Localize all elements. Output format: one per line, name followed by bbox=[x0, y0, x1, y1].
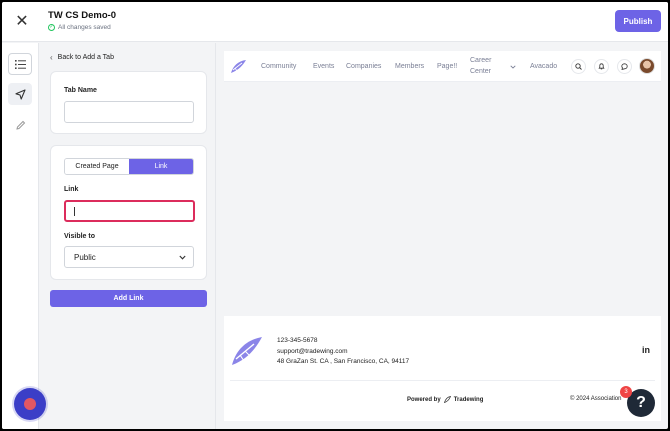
nav-item-community[interactable]: Community bbox=[261, 63, 296, 70]
preview-footer: 123-345-5678 support@tradewing.com 48 Gr… bbox=[224, 316, 661, 421]
publish-button[interactable]: Publish bbox=[615, 10, 661, 32]
link-label: Link bbox=[64, 186, 79, 193]
nav-item-page[interactable]: Page!! bbox=[437, 63, 457, 70]
tool-rail bbox=[2, 43, 39, 429]
close-icon[interactable]: ✕ bbox=[14, 14, 30, 30]
visible-to-label: Visible to bbox=[64, 233, 95, 240]
link-settings-card: Created Page Link Link Visible to Public bbox=[50, 145, 207, 280]
top-bar: ✕ TW CS Demo-0 ✓ All changes saved Publi… bbox=[2, 2, 668, 42]
navigation-icon[interactable] bbox=[8, 83, 32, 105]
powered-by-label: Powered by bbox=[407, 396, 441, 403]
visible-to-select[interactable]: Public bbox=[64, 246, 194, 268]
nav-item-career[interactable]: Career bbox=[470, 57, 491, 64]
bell-icon[interactable] bbox=[594, 59, 609, 74]
tab-editor-panel: ‹ Back to Add a Tab Tab Name Created Pag… bbox=[40, 43, 216, 429]
copyright: © 2024 Association bbox=[570, 396, 622, 402]
help-icon: ? bbox=[636, 394, 646, 411]
nav-item-events[interactable]: Events bbox=[313, 63, 334, 70]
brand-logo-icon bbox=[231, 60, 246, 73]
record-button[interactable] bbox=[14, 388, 46, 420]
footer-logo-icon bbox=[232, 337, 262, 365]
tab-name-input[interactable] bbox=[64, 101, 194, 123]
nav-item-avacado[interactable]: Avacado bbox=[530, 63, 557, 70]
footer-divider bbox=[230, 380, 655, 381]
pencil-icon[interactable] bbox=[8, 114, 32, 136]
text-caret bbox=[74, 207, 75, 216]
record-dot-icon bbox=[24, 398, 36, 410]
notification-badge: 3 bbox=[620, 386, 632, 398]
chevron-down-icon bbox=[179, 255, 186, 260]
save-status: ✓ All changes saved bbox=[48, 24, 111, 31]
tradewing-logo-icon bbox=[443, 396, 451, 403]
powered-by-brand[interactable]: Tradewing bbox=[454, 397, 484, 403]
site-preview: Community Events Companies Members Page!… bbox=[224, 51, 661, 421]
tab-name-label: Tab Name bbox=[64, 87, 97, 94]
search-icon[interactable] bbox=[571, 59, 586, 74]
link-input[interactable] bbox=[64, 200, 195, 222]
footer-email[interactable]: support@tradewing.com bbox=[277, 348, 348, 355]
back-link-label: Back to Add a Tab bbox=[57, 54, 114, 61]
save-status-text: All changes saved bbox=[58, 24, 111, 31]
tab-name-card: Tab Name bbox=[50, 71, 207, 134]
footer-phone: 123-345-5678 bbox=[277, 337, 318, 344]
app-frame: ✕ TW CS Demo-0 ✓ All changes saved Publi… bbox=[2, 2, 668, 429]
avatar[interactable] bbox=[639, 58, 655, 74]
visible-to-value: Public bbox=[74, 252, 96, 262]
list-icon[interactable] bbox=[8, 53, 32, 75]
chevron-down-icon[interactable] bbox=[510, 65, 516, 69]
footer-address: 48 GraZan St. CA , San Francisco, CA, 94… bbox=[277, 358, 410, 365]
add-link-button[interactable]: Add Link bbox=[50, 290, 207, 307]
chat-icon[interactable] bbox=[617, 59, 632, 74]
site-title: TW CS Demo-0 bbox=[48, 10, 117, 21]
nav-item-companies[interactable]: Companies bbox=[346, 63, 381, 70]
nav-item-center[interactable]: Center bbox=[470, 68, 491, 75]
chevron-left-icon: ‹ bbox=[50, 53, 53, 62]
nav-item-members[interactable]: Members bbox=[395, 63, 424, 70]
check-circle-icon: ✓ bbox=[48, 24, 55, 31]
preview-nav: Community Events Companies Members Page!… bbox=[224, 51, 661, 82]
back-link[interactable]: ‹ Back to Add a Tab bbox=[50, 53, 114, 62]
tab-type-created-page[interactable]: Created Page bbox=[65, 159, 129, 174]
powered-by: Powered by Tradewing bbox=[407, 396, 483, 403]
linkedin-icon[interactable]: in bbox=[642, 345, 650, 355]
preview-body bbox=[224, 82, 661, 316]
tab-type-toggle: Created Page Link bbox=[64, 158, 194, 175]
tab-type-link[interactable]: Link bbox=[129, 159, 193, 174]
